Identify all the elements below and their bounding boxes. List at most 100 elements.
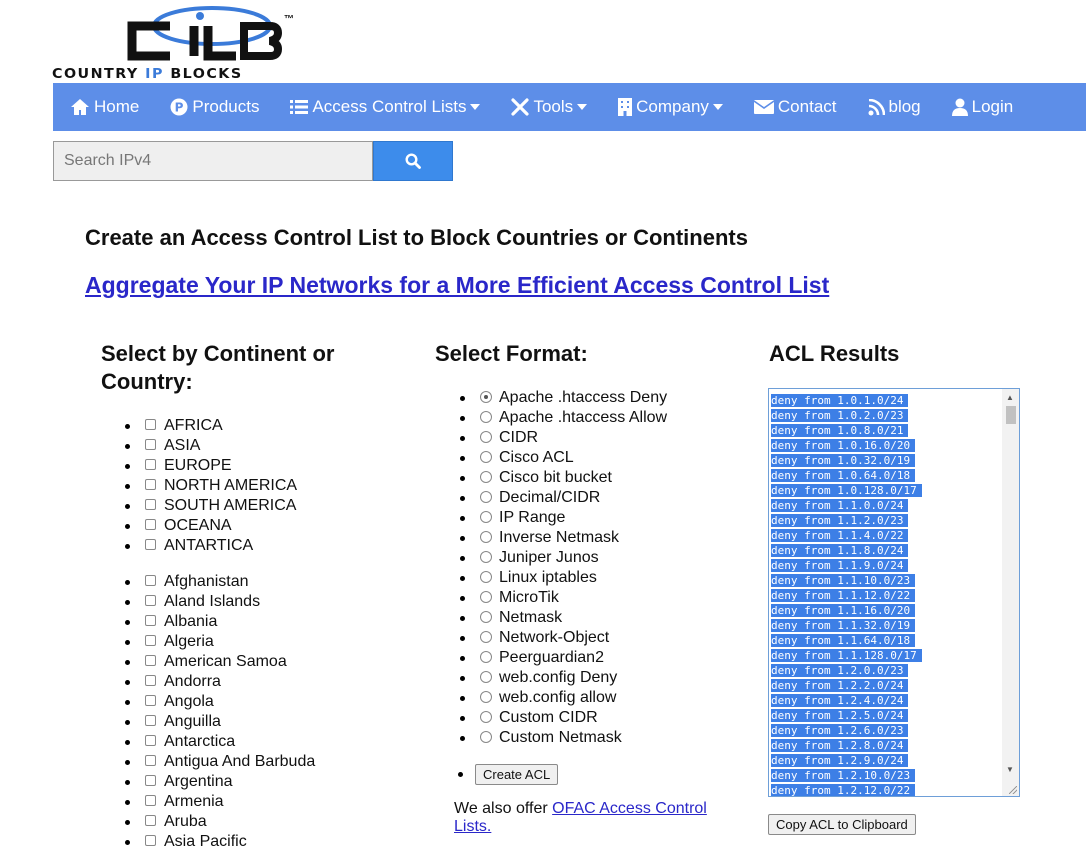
checkbox[interactable] xyxy=(145,439,156,450)
continent-option[interactable]: NORTH AMERICA xyxy=(101,476,297,496)
search-button[interactable] xyxy=(373,141,453,181)
country-option[interactable]: Armenia xyxy=(101,792,315,812)
format-option[interactable]: Netmask xyxy=(411,608,667,628)
format-option[interactable]: Cisco bit bucket xyxy=(411,468,667,488)
nav-home[interactable]: Home xyxy=(53,83,147,131)
checkbox[interactable] xyxy=(145,595,156,606)
country-option[interactable]: Andorra xyxy=(101,672,315,692)
continent-option[interactable]: OCEANA xyxy=(101,516,297,536)
format-option[interactable]: MicroTik xyxy=(411,588,667,608)
acl-results-scrollbar[interactable]: ▲ ▼ xyxy=(1002,389,1019,796)
checkbox[interactable] xyxy=(145,715,156,726)
checkbox[interactable] xyxy=(145,519,156,530)
country-option[interactable]: Antigua And Barbuda xyxy=(101,752,315,772)
radio-button[interactable] xyxy=(480,391,492,403)
search-icon xyxy=(405,153,421,169)
nav-access-control-lists[interactable]: Access Control Lists xyxy=(282,83,488,131)
checkbox[interactable] xyxy=(145,675,156,686)
radio-button[interactable] xyxy=(480,411,492,423)
checkbox[interactable] xyxy=(145,459,156,470)
country-option[interactable]: Anguilla xyxy=(101,712,315,732)
continent-option[interactable]: ANTARTICA xyxy=(101,536,297,556)
format-option[interactable]: IP Range xyxy=(411,508,667,528)
checkbox[interactable] xyxy=(145,419,156,430)
nav-tools[interactable]: Tools xyxy=(503,83,595,131)
country-option[interactable]: Aruba xyxy=(101,812,315,832)
copy-acl-button[interactable]: Copy ACL to Clipboard xyxy=(768,814,916,835)
search-input[interactable] xyxy=(53,141,373,181)
continent-option[interactable]: EUROPE xyxy=(101,456,297,476)
radio-button[interactable] xyxy=(480,591,492,603)
format-option[interactable]: web.config Deny xyxy=(411,668,667,688)
radio-button[interactable] xyxy=(480,691,492,703)
checkbox[interactable] xyxy=(145,499,156,510)
checkbox[interactable] xyxy=(145,539,156,550)
format-option[interactable]: Apache .htaccess Allow xyxy=(411,408,667,428)
checkbox[interactable] xyxy=(145,775,156,786)
scroll-up-arrow-icon[interactable]: ▲ xyxy=(1006,393,1014,402)
country-option[interactable]: Algeria xyxy=(101,632,315,652)
radio-button[interactable] xyxy=(480,451,492,463)
radio-button[interactable] xyxy=(480,631,492,643)
continent-option[interactable]: AFRICA xyxy=(101,416,297,436)
nav-contact[interactable]: Contact xyxy=(746,83,845,131)
checkbox[interactable] xyxy=(145,795,156,806)
nav-blog[interactable]: blog xyxy=(860,83,929,131)
checkbox[interactable] xyxy=(145,735,156,746)
country-option[interactable]: Angola xyxy=(101,692,315,712)
format-option[interactable]: Peerguardian2 xyxy=(411,648,667,668)
radio-button[interactable] xyxy=(480,491,492,503)
checkbox[interactable] xyxy=(145,655,156,666)
resize-grip-icon[interactable] xyxy=(1009,786,1017,794)
create-acl-button[interactable]: Create ACL xyxy=(475,764,559,785)
radio-button[interactable] xyxy=(480,551,492,563)
country-option[interactable]: American Samoa xyxy=(101,652,315,672)
country-option[interactable]: Afghanistan xyxy=(101,572,315,592)
checkbox[interactable] xyxy=(145,635,156,646)
radio-button[interactable] xyxy=(480,711,492,723)
continent-option[interactable]: ASIA xyxy=(101,436,297,456)
logo[interactable]: ™ COUNTRY IP BLOCKS xyxy=(52,4,352,82)
country-option[interactable]: Argentina xyxy=(101,772,315,792)
format-option[interactable]: Cisco ACL xyxy=(411,448,667,468)
format-option[interactable]: Juniper Junos xyxy=(411,548,667,568)
nav-company[interactable]: Company xyxy=(610,83,731,131)
radio-button[interactable] xyxy=(480,531,492,543)
radio-button[interactable] xyxy=(480,611,492,623)
format-option[interactable]: Inverse Netmask xyxy=(411,528,667,548)
checkbox[interactable] xyxy=(145,575,156,586)
format-option[interactable]: Custom Netmask xyxy=(411,728,667,748)
radio-button[interactable] xyxy=(480,511,492,523)
radio-button[interactable] xyxy=(480,651,492,663)
scroll-thumb[interactable] xyxy=(1006,406,1016,424)
format-option[interactable]: CIDR xyxy=(411,428,667,448)
format-option[interactable]: Network-Object xyxy=(411,628,667,648)
country-option[interactable]: Asia Pacific xyxy=(101,832,315,852)
radio-button[interactable] xyxy=(480,571,492,583)
continent-option[interactable]: SOUTH AMERICA xyxy=(101,496,297,516)
format-option[interactable]: Decimal/CIDR xyxy=(411,488,667,508)
scroll-down-arrow-icon[interactable]: ▼ xyxy=(1006,765,1014,774)
checkbox[interactable] xyxy=(145,835,156,846)
checkbox[interactable] xyxy=(145,815,156,826)
format-option[interactable]: web.config allow xyxy=(411,688,667,708)
radio-button[interactable] xyxy=(480,431,492,443)
nav-products[interactable]: P Products xyxy=(162,83,267,131)
checkbox[interactable] xyxy=(145,479,156,490)
country-option[interactable]: Aland Islands xyxy=(101,592,315,612)
format-option[interactable]: Linux iptables xyxy=(411,568,667,588)
format-option[interactable]: Apache .htaccess Deny xyxy=(411,388,667,408)
continent-list: AFRICA ASIA EUROPE NORTH AMERICA SOUTH AMERI… xyxy=(101,416,297,556)
checkbox[interactable] xyxy=(145,755,156,766)
acl-results-textarea[interactable]: deny from 1.0.1.0/24 deny from 1.0.2.0/23… xyxy=(768,388,1020,797)
country-option[interactable]: Albania xyxy=(101,612,315,632)
checkbox[interactable] xyxy=(145,615,156,626)
aggregate-networks-link[interactable]: Aggregate Your IP Networks for a More Ef… xyxy=(85,272,829,299)
format-option[interactable]: Custom CIDR xyxy=(411,708,667,728)
radio-button[interactable] xyxy=(480,731,492,743)
checkbox[interactable] xyxy=(145,695,156,706)
radio-button[interactable] xyxy=(480,471,492,483)
nav-login[interactable]: Login xyxy=(944,83,1022,131)
country-option[interactable]: Antarctica xyxy=(101,732,315,752)
radio-button[interactable] xyxy=(480,671,492,683)
